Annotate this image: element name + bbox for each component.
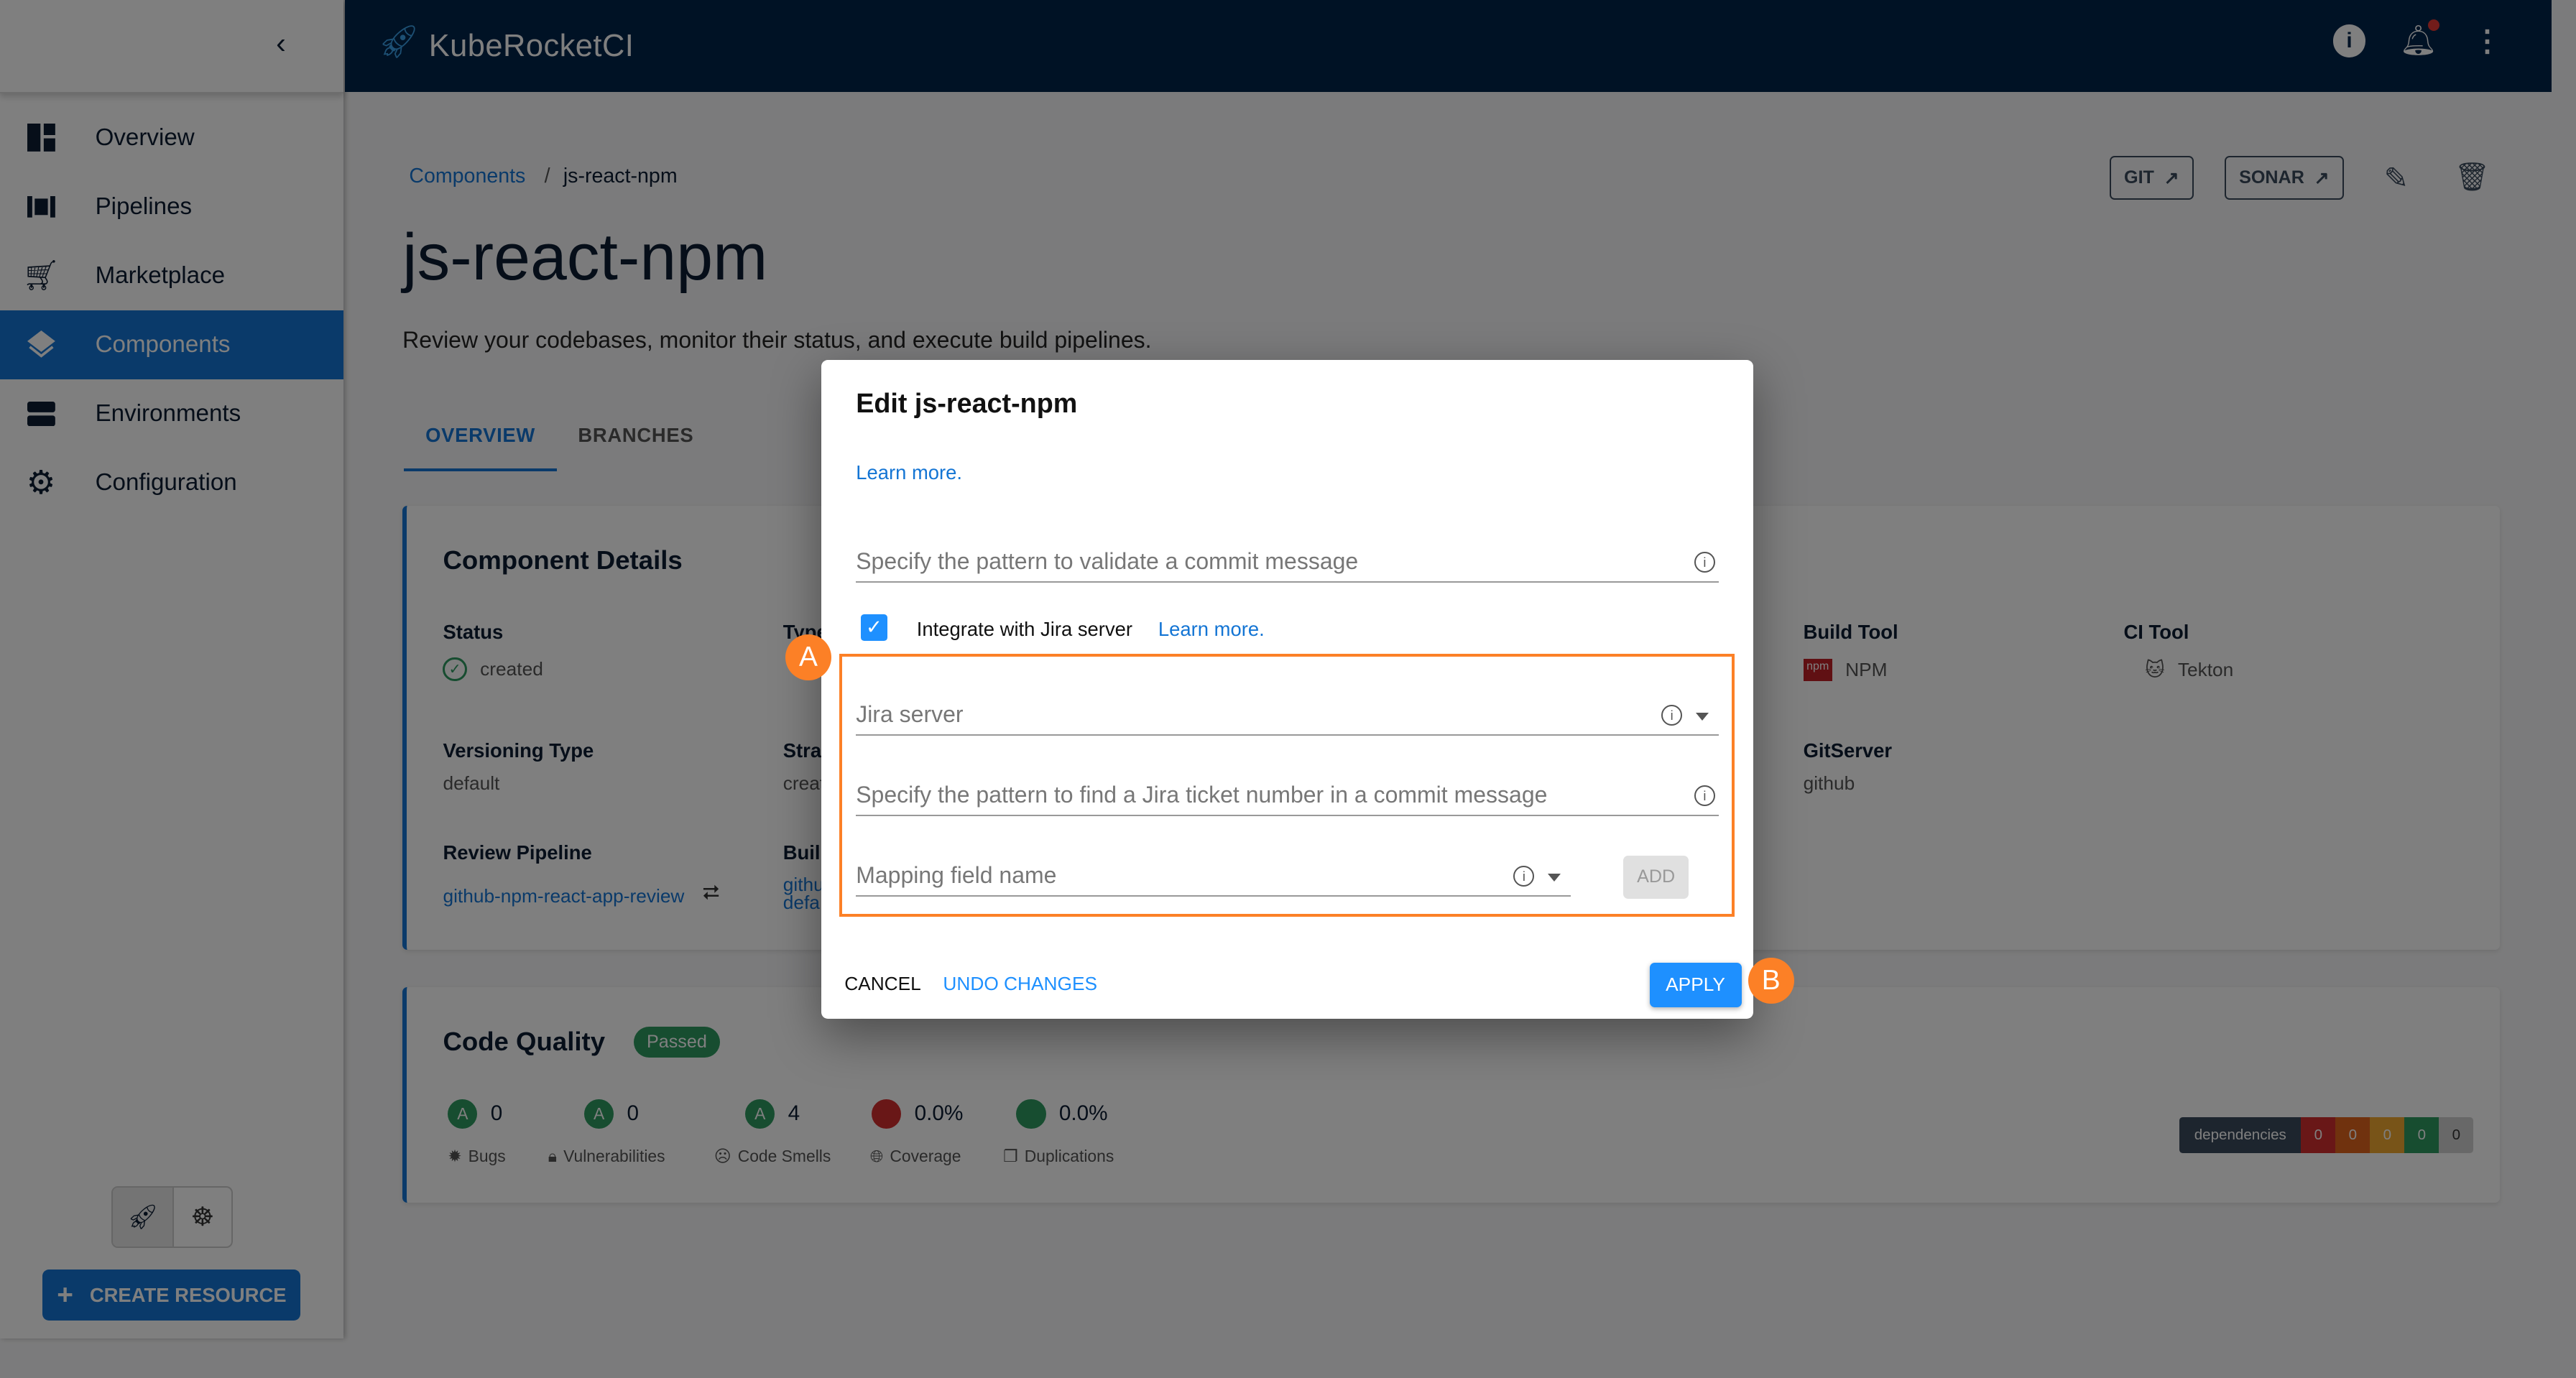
jira-ticket-pattern-input[interactable]: Specify the pattern to find a Jira ticke… <box>856 775 1719 817</box>
info-icon[interactable]: i <box>1694 785 1715 807</box>
jira-learn-more-link[interactable]: Learn more. <box>1158 618 1265 641</box>
edit-component-dialog: Edit js-react-npm Learn more. Specify th… <box>821 359 1753 1019</box>
learn-more-link[interactable]: Learn more. <box>856 461 962 484</box>
jira-server-select[interactable]: Jira server i <box>856 695 1719 736</box>
placeholder: Specify the pattern to find a Jira ticke… <box>856 782 1548 808</box>
placeholder: Jira server <box>856 701 964 728</box>
dialog-title: Edit js-react-npm <box>856 387 1078 418</box>
chevron-down-icon[interactable] <box>1548 874 1561 882</box>
info-icon[interactable]: i <box>1513 865 1535 887</box>
cancel-button[interactable]: CANCEL <box>844 973 921 995</box>
annotation-badge-b: B <box>1748 957 1794 1004</box>
info-icon[interactable]: i <box>1661 704 1683 726</box>
commit-pattern-input[interactable]: Specify the pattern to validate a commit… <box>856 542 1719 583</box>
apply-button[interactable]: APPLY <box>1649 962 1742 1007</box>
add-mapping-button[interactable]: ADD <box>1622 856 1689 899</box>
chevron-down-icon[interactable] <box>1695 713 1709 721</box>
placeholder: Specify the pattern to validate a commit… <box>856 548 1359 575</box>
undo-changes-button[interactable]: UNDO CHANGES <box>943 973 1097 995</box>
mapping-field-select[interactable]: Mapping field name i <box>856 856 1571 897</box>
jira-integration-checkbox[interactable]: ✓ <box>861 614 887 641</box>
placeholder: Mapping field name <box>856 862 1057 889</box>
jira-checkbox-label: Integrate with Jira server <box>916 617 1133 640</box>
info-icon[interactable]: i <box>1694 552 1715 573</box>
annotation-badge-a: A <box>785 634 831 680</box>
